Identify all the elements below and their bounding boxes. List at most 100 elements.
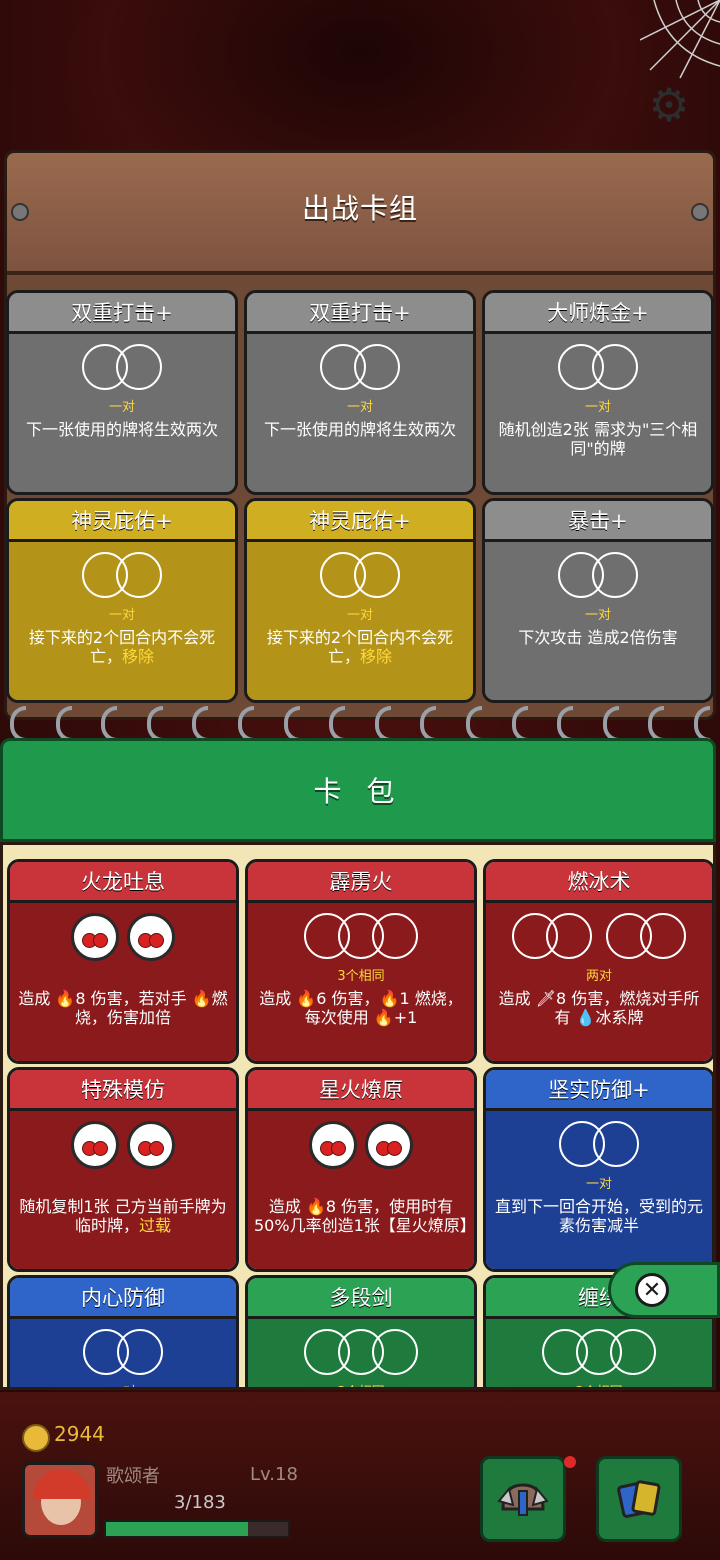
notification-dot [564,1456,576,1468]
cherry-icon [365,1121,413,1169]
card[interactable]: 火龙吐息 造成 🔥8 伤害，若对手 🔥燃烧，伤害加倍 [7,859,239,1064]
card[interactable]: 暴击+ 一对 下次攻击 造成2倍伤害 [482,498,714,703]
card-requirement-icons [9,552,235,604]
die-slot-icon [372,1329,418,1375]
cherry-icon [127,913,175,961]
die-slot-icon [592,344,638,390]
card-name: 多段剑 [248,1278,474,1319]
card-requirement-icons [10,1121,236,1173]
card-name: 内心防御 [10,1278,236,1319]
card-requirement: 3个相同 [337,969,385,984]
card-description-text: 下一张使用的牌将生效两次 [25,420,218,439]
card-description: 接下来的2个回合内不会死亡，移除 [253,628,467,666]
pack-list[interactable]: 火龙吐息 造成 🔥8 伤害，若对手 🔥燃烧，伤害加倍 霹雳火 3个相同 造成 🔥6 伤害… [0,842,716,1390]
hp-fill [106,1522,248,1536]
die-slot-icon [116,552,162,598]
gold-count: 2944 [54,1422,105,1446]
die-slot-icon [354,344,400,390]
card-body: 一对下一张使用的牌将生效两次 [247,334,473,492]
die-slot-icon [592,552,638,598]
card-requirement: 一对 [585,1177,612,1192]
card-description-text: 下一张使用的牌将生效两次 [263,420,456,439]
card[interactable]: 双重打击+ 一对 下一张使用的牌将生效两次 [6,290,238,495]
card-requirement-icons [486,913,712,965]
card[interactable]: 内心防御一对 [7,1275,239,1387]
card-description: 直到下一回合开始，受到的元素伤害减半 [492,1197,706,1235]
card-body: 3个相同 [248,1319,474,1387]
deck-title: 出战卡组 [301,192,418,225]
equipment-button[interactable] [480,1456,566,1542]
coin-icon [22,1424,50,1452]
card-body: 一对 接下来的2个回合内不会死亡，移除 [9,542,235,700]
card-description: 造成 🔥6 伤害，🔥1 燃烧，每次使用 🔥+1 [254,989,468,1027]
card[interactable]: 特殊模仿 随机复制1张 己方当前手牌为临时牌，过载 [7,1067,239,1272]
card-body: 一对随机创造2张 需求为"三个相同"的牌 [485,334,711,492]
die-slot-icon [546,913,592,959]
card-description-text: 随机创造2张 需求为"三个相同"的牌 [498,420,698,458]
card-requirement-icons [485,344,711,396]
card-description: 下一张使用的牌将生效两次 [253,420,467,439]
card[interactable]: 大师炼金+ 一对 随机创造2张 需求为"三个相同"的牌 [482,290,714,495]
card[interactable]: 霹雳火 3个相同 造成 🔥6 伤害，🔥1 燃烧，每次使用 🔥+1 [245,859,477,1064]
die-slot-icon [116,344,162,390]
card-requirement: 一对 [584,400,611,415]
card-requirement-icons [248,913,474,965]
card-description-text: 下次攻击 造成2倍伤害 [518,628,678,647]
cards-icon [617,1480,661,1518]
card-keyword: 移除 [122,647,155,666]
card-requirement: 一对 [10,1381,236,1387]
die-slot-icon [610,1329,656,1375]
card-requirement-icons [9,344,235,396]
card-requirement: 一对 [346,608,373,623]
card-requirement-icons [247,552,473,604]
card-name: 坚实防御+ [486,1070,712,1111]
die-slot-icon [593,1121,639,1167]
card-description-text: 直到下一回合开始，受到的元素伤害减半 [494,1197,703,1235]
card[interactable]: 双重打击+ 一对 下一张使用的牌将生效两次 [244,290,476,495]
card[interactable]: 坚实防御+ 一对直到下一回合开始，受到的元素伤害减半 [483,1067,713,1272]
card[interactable]: 燃冰术 两对 造成 🗡8 伤害，燃烧对手所有 💧冰系牌 [483,859,713,1064]
hp-bar [104,1520,290,1538]
pack-title: 卡 包 [313,775,403,808]
die-slot-icon [372,913,418,959]
card-requirement-icons [10,913,236,965]
die-slot-icon [117,1329,163,1375]
card-body: 3个相同造成 🔥6 伤害，🔥1 燃烧，每次使用 🔥+1 [248,903,474,1061]
card-description-text: 造成 🔥8 伤害，若对手 🔥燃烧，伤害加倍 [18,989,228,1027]
die-slot-icon [640,913,686,959]
card-name: 特殊模仿 [10,1070,236,1111]
avatar[interactable] [22,1462,98,1538]
card-requirement: 两对 [585,969,612,984]
deck-header: 出战卡组 [7,153,713,275]
card-name: 星火燎原 [248,1070,474,1111]
cherry-icon [71,1121,119,1169]
card-body: 一对 [10,1319,236,1387]
close-button[interactable]: ✕ [608,1262,720,1318]
card-requirement: 一对 [108,608,135,623]
card-keyword: 过载 [139,1216,172,1235]
card-description-text: 随机复制1张 己方当前手牌为临时牌， [19,1197,227,1235]
card-body: 一对下一张使用的牌将生效两次 [9,334,235,492]
card-name: 霹雳火 [248,862,474,903]
card-requirement-icons [486,1329,712,1381]
card-body: 随机复制1张 己方当前手牌为临时牌，过载 [10,1111,236,1269]
card[interactable]: 多段剑 3个相同 [245,1275,477,1387]
die-slot-icon [354,552,400,598]
card-name: 神灵庇佑+ [9,501,235,542]
card-name: 双重打击+ [9,293,235,334]
card-body: 造成 🔥8 伤害，使用时有50%几率创造1张【星火燎原】 [248,1111,474,1269]
gear-icon[interactable]: ⚙ [646,82,692,128]
pin-icon [691,203,709,221]
card-requirement-icons [248,1329,474,1381]
card-body: 一对 下次攻击 造成2倍伤害 [485,542,711,700]
card-requirement: 一对 [346,400,373,415]
card[interactable]: 神灵庇佑+ 一对接下来的2个回合内不会死亡，移除 [244,498,476,703]
card-requirement-icons [485,552,711,604]
card[interactable]: 星火燎原造成 🔥8 伤害，使用时有50%几率创造1张【星火燎原】 [245,1067,477,1272]
card-name: 神灵庇佑+ [247,501,473,542]
card-description: 造成 🔥8 伤害，使用时有50%几率创造1张【星火燎原】 [254,1197,474,1235]
card-description: 随机创造2张 需求为"三个相同"的牌 [491,420,705,458]
card-requirement: 一对 [108,400,135,415]
card[interactable]: 神灵庇佑+ 一对 接下来的2个回合内不会死亡，移除 [6,498,238,703]
cards-button[interactable] [596,1456,682,1542]
